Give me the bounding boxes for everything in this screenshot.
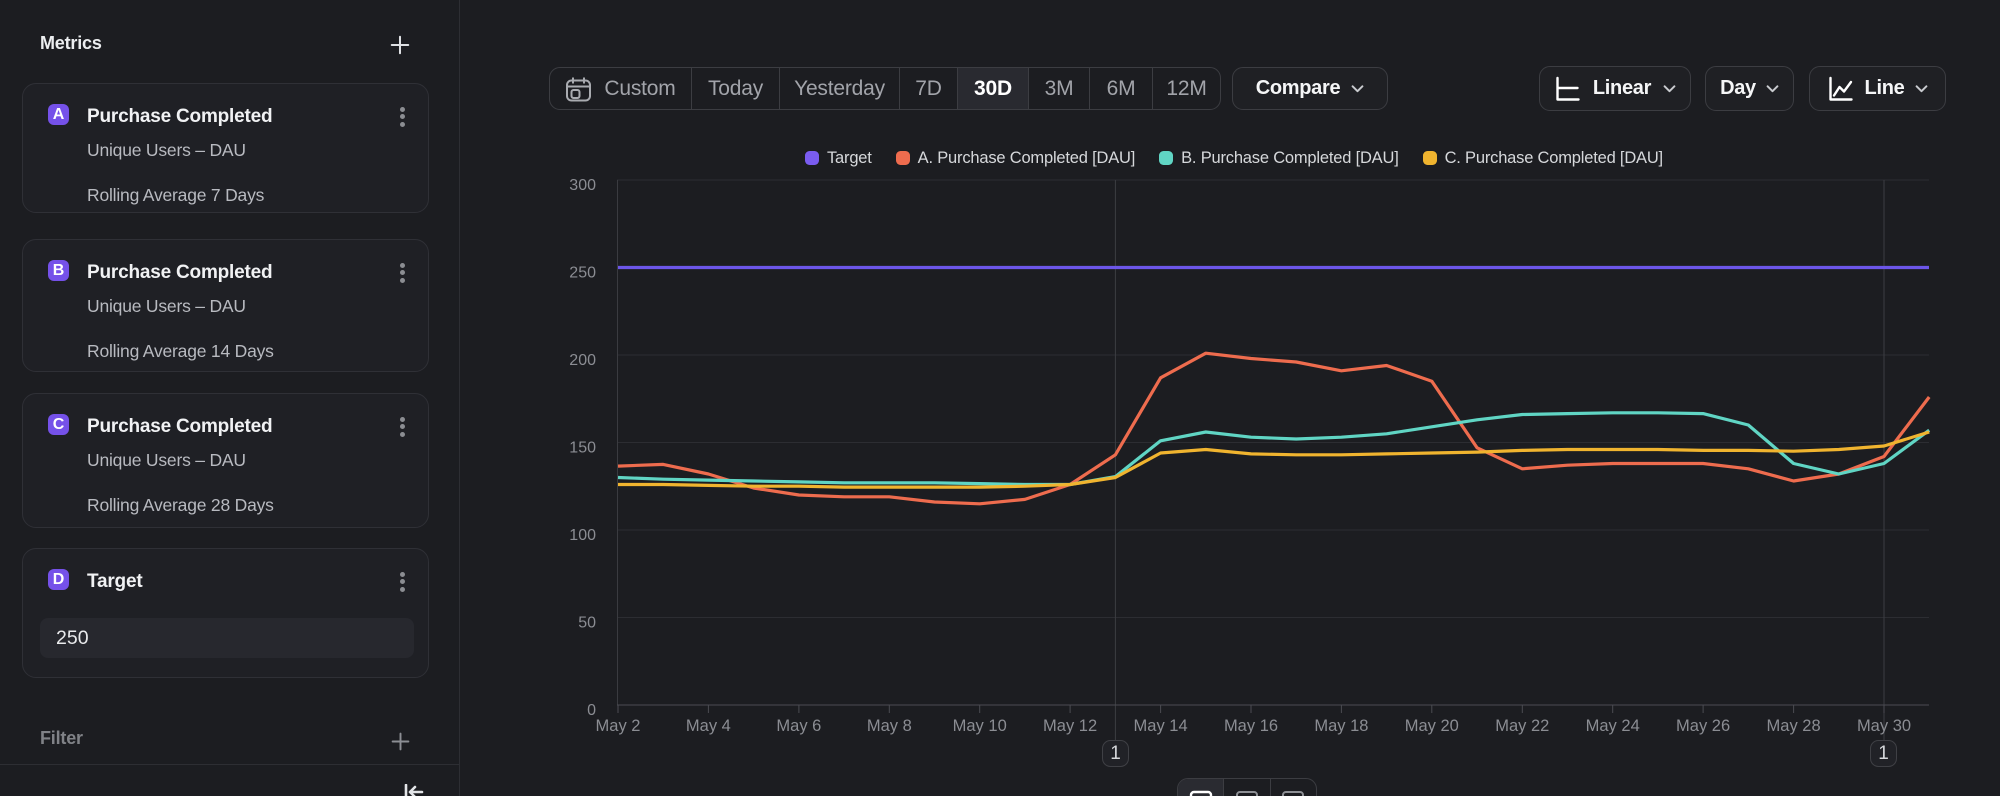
svg-text:May 22: May 22	[1495, 717, 1549, 735]
svg-text:300: 300	[569, 177, 596, 194]
svg-text:250: 250	[569, 264, 596, 281]
svg-text:May 16: May 16	[1224, 717, 1278, 735]
svg-text:May 30: May 30	[1857, 717, 1911, 735]
svg-text:100: 100	[569, 527, 596, 544]
svg-text:May 20: May 20	[1405, 717, 1459, 735]
svg-text:150: 150	[569, 439, 596, 456]
svg-text:May 14: May 14	[1134, 717, 1188, 735]
svg-text:May 10: May 10	[953, 717, 1007, 735]
svg-text:May 26: May 26	[1676, 717, 1730, 735]
svg-text:May 18: May 18	[1314, 717, 1368, 735]
svg-text:May 4: May 4	[686, 717, 731, 735]
svg-text:May 28: May 28	[1767, 717, 1821, 735]
svg-text:May 12: May 12	[1043, 717, 1097, 735]
svg-text:May 8: May 8	[867, 717, 912, 735]
svg-text:May 2: May 2	[596, 717, 641, 735]
svg-text:May 6: May 6	[776, 717, 821, 735]
svg-text:May 24: May 24	[1586, 717, 1640, 735]
svg-text:50: 50	[578, 614, 596, 631]
svg-text:200: 200	[569, 352, 596, 369]
